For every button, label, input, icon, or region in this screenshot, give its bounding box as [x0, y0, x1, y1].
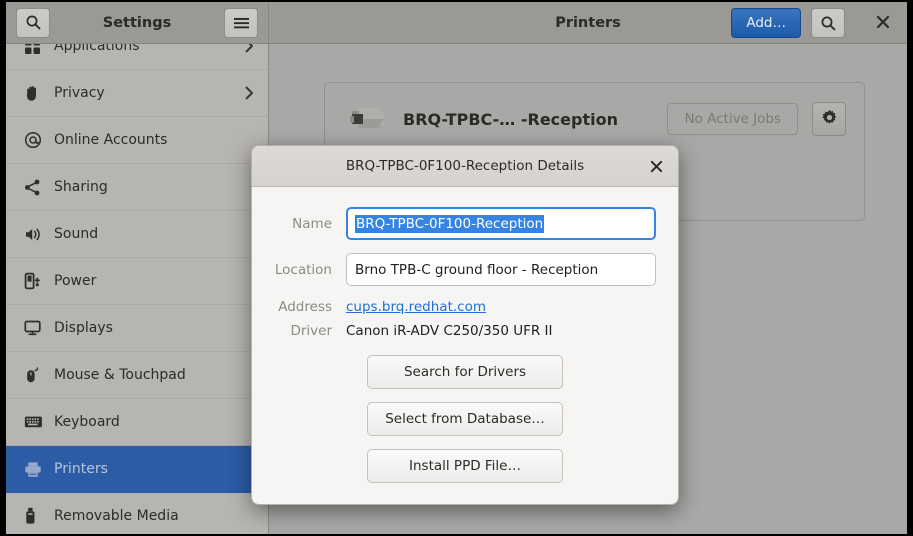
hamburger-menu-icon: [233, 16, 250, 30]
close-icon: [650, 158, 663, 177]
dialog-body: Name BRQ-TPBC-0F100-Reception Location B…: [252, 187, 678, 504]
monitor-icon: [24, 320, 50, 336]
select-from-database-button[interactable]: Select from Database…: [367, 402, 563, 436]
sidebar-item-applications[interactable]: Applications: [6, 44, 268, 70]
content-header: Printers Add…: [269, 2, 907, 43]
speaker-icon: [24, 226, 50, 243]
hand-icon: [24, 85, 50, 102]
field-row-name: Name BRQ-TPBC-0F100-Reception: [274, 207, 656, 240]
name-input[interactable]: BRQ-TPBC-0F100-Reception: [346, 207, 656, 240]
gear-icon: [821, 109, 838, 130]
sidebar-header: Settings: [6, 2, 269, 43]
search-icon: [25, 14, 42, 31]
chevron-right-icon: [245, 86, 254, 100]
sidebar-item-label: Printers: [54, 461, 108, 477]
printer-details-dialog: BRQ-TPBC-0F100-Reception Details Name BR…: [251, 145, 679, 505]
printer-settings-button[interactable]: [812, 102, 846, 136]
sidebar-item-label: Keyboard: [54, 414, 120, 430]
sidebar-search-button[interactable]: [16, 7, 50, 38]
printer-name: BRQ-TPBC-… -Reception: [403, 109, 618, 129]
location-input[interactable]: Brno TPB-C ground floor - Reception: [346, 253, 656, 286]
add-button-label: Add…: [746, 15, 786, 31]
settings-window: Settings Printers Add… Applications Priv…: [6, 2, 907, 534]
address-link[interactable]: cups.brq.redhat.com: [346, 299, 656, 315]
settings-sidebar[interactable]: Applications Privacy Online Accounts Sha…: [6, 44, 269, 534]
sidebar-item-power[interactable]: Power: [6, 258, 268, 305]
screenshot-root: Settings Printers Add… Applications Priv…: [0, 0, 913, 536]
applications-grid-icon: [24, 44, 50, 55]
sidebar-list: Applications Privacy Online Accounts Sha…: [6, 44, 268, 534]
sidebar-item-online-accounts[interactable]: Online Accounts: [6, 117, 268, 164]
install-ppd-file-button[interactable]: Install PPD File…: [367, 449, 563, 483]
sidebar-item-sound[interactable]: Sound: [6, 211, 268, 258]
usb-drive-icon: [24, 507, 50, 525]
printer-search-button[interactable]: [811, 8, 845, 38]
driver-value: Canon iR-ADV C250/350 UFR II: [346, 323, 553, 339]
share-nodes-icon: [24, 179, 50, 196]
window-close-button[interactable]: [871, 11, 895, 35]
field-row-location: Location Brno TPB-C ground floor - Recep…: [274, 253, 656, 286]
mouse-icon: [24, 366, 50, 384]
location-input-value: Brno TPB-C ground floor - Reception: [355, 261, 599, 278]
sidebar-item-keyboard[interactable]: Keyboard: [6, 399, 268, 446]
sidebar-item-privacy[interactable]: Privacy: [6, 70, 268, 117]
field-row-address: Address cups.brq.redhat.com: [274, 299, 656, 315]
battery-plug-icon: [24, 272, 50, 290]
sidebar-item-label: Power: [54, 273, 97, 289]
no-active-jobs-button[interactable]: No Active Jobs: [667, 103, 798, 135]
main-menu-button[interactable]: [224, 7, 258, 38]
printer-icon: [343, 99, 389, 139]
sidebar-item-label: Mouse & Touchpad: [54, 367, 186, 383]
name-label: Name: [292, 215, 332, 232]
sidebar-item-displays[interactable]: Displays: [6, 305, 268, 352]
sidebar-item-label: Online Accounts: [54, 132, 168, 148]
dialog-close-button[interactable]: [646, 157, 666, 177]
window-header-bar: Settings Printers Add…: [6, 2, 907, 44]
sidebar-item-label: Sound: [54, 226, 99, 242]
sidebar-item-label: Removable Media: [54, 508, 179, 524]
printer-icon: [24, 461, 50, 478]
search-for-drivers-button[interactable]: Search for Drivers: [367, 355, 563, 389]
at-sign-icon: [24, 131, 50, 149]
sidebar-item-sharing[interactable]: Sharing: [6, 164, 268, 211]
dialog-header: BRQ-TPBC-0F100-Reception Details: [252, 146, 678, 187]
sidebar-item-label: Sharing: [54, 179, 108, 195]
dialog-title: BRQ-TPBC-0F100-Reception Details: [345, 158, 585, 174]
sidebar-item-printers[interactable]: Printers: [6, 446, 268, 493]
sidebar-item-removable-media[interactable]: Removable Media: [6, 493, 268, 534]
field-row-driver: Driver Canon iR-ADV C250/350 UFR II: [274, 323, 656, 339]
sidebar-item-label: Displays: [54, 320, 113, 336]
printer-card-row: BRQ-TPBC-… -Reception No Active Jobs: [343, 99, 846, 139]
sidebar-item-label: Applications: [54, 44, 140, 54]
name-input-value: BRQ-TPBC-0F100-Reception: [355, 214, 545, 233]
location-label: Location: [274, 261, 332, 278]
address-label: Address: [278, 299, 332, 315]
search-icon: [820, 15, 837, 32]
sidebar-item-mouse-touchpad[interactable]: Mouse & Touchpad: [6, 352, 268, 399]
sidebar-item-label: Privacy: [54, 85, 105, 101]
close-icon: [876, 14, 890, 33]
driver-label: Driver: [290, 323, 332, 339]
jobs-label: No Active Jobs: [684, 111, 781, 127]
keyboard-icon: [24, 415, 50, 429]
chevron-right-icon: [245, 44, 254, 53]
add-printer-button[interactable]: Add…: [731, 8, 801, 38]
